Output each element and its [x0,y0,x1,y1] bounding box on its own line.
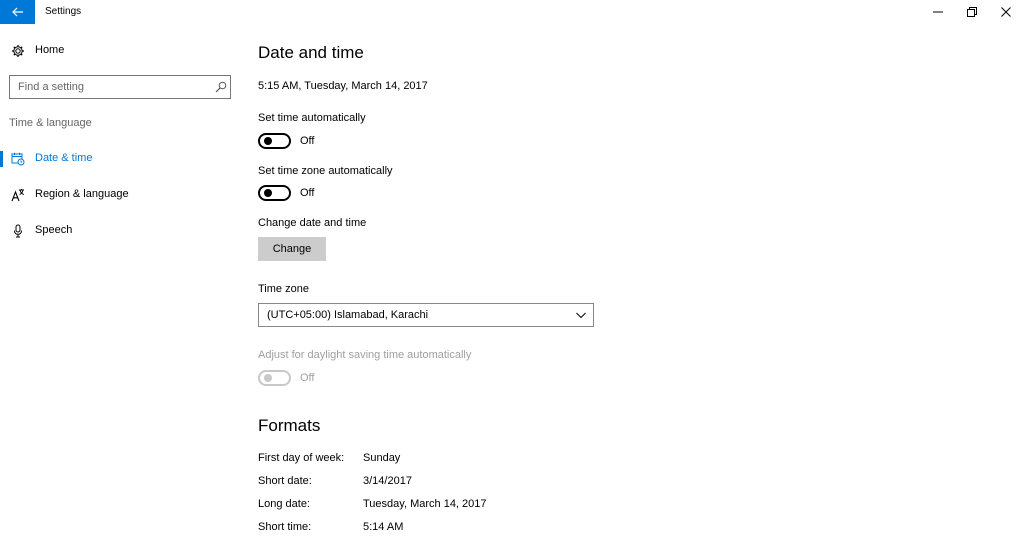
search-input[interactable] [10,76,206,97]
sidebar-item-region-language[interactable]: Region & language [0,180,240,210]
set-timezone-auto-toggle[interactable] [258,185,291,201]
sidebar-item-label: Region & language [35,188,129,200]
format-row: Short date: 3/14/2017 [258,475,658,491]
dst-toggle[interactable] [258,370,291,386]
set-timezone-auto-label: Set time zone automatically [258,165,393,177]
search-icon[interactable] [215,81,227,93]
set-time-auto-label: Set time automatically [258,112,366,124]
close-button[interactable] [989,0,1023,24]
restore-icon [967,7,977,17]
sidebar-item-label: Speech [35,224,73,236]
toggle-knob [264,189,272,197]
change-button[interactable]: Change [258,237,326,261]
search-box[interactable] [9,75,231,99]
format-row: Short time: 5:14 AM [258,521,658,537]
set-time-auto-toggle[interactable] [258,133,291,149]
toggle-knob [264,374,272,382]
sidebar-item-label: Home [35,44,65,56]
minimize-icon [933,11,943,13]
timezone-value: (UTC+05:00) Islamabad, Karachi [267,309,429,321]
sidebar-item-date-time[interactable]: Date & time [0,144,240,174]
format-value: 5:14 AM [363,521,404,533]
close-icon [1001,7,1011,17]
set-timezone-auto-state: Off [300,187,315,199]
microphone-icon [11,224,25,238]
sidebar-item-speech[interactable]: Speech [0,216,240,246]
dst-label: Adjust for daylight saving time automati… [258,349,472,361]
set-time-auto-state: Off [300,135,315,147]
format-value: Sunday [363,452,401,464]
change-date-time-label: Change date and time [258,217,367,229]
format-row: First day of week: Sunday [258,452,658,468]
toggle-knob [264,137,272,145]
formats-title: Formats [258,416,321,435]
format-key: Long date: [258,498,310,510]
format-value: 3/14/2017 [363,475,412,487]
format-row: Long date: Tuesday, March 14, 2017 [258,498,658,514]
current-datetime: 5:15 AM, Tuesday, March 14, 2017 [258,80,428,92]
minimize-button[interactable] [921,0,955,24]
window-title: Settings [45,6,82,17]
region-language-icon [11,188,25,202]
timezone-label: Time zone [258,283,309,295]
format-key: Short time: [258,521,312,533]
section-label: Time & language [9,117,92,129]
restore-button[interactable] [955,0,989,24]
title-bar: Settings [0,0,1024,24]
format-value: Tuesday, March 14, 2017 [363,498,487,510]
sidebar-item-home[interactable]: Home [0,36,240,66]
calendar-clock-icon [11,152,25,166]
format-key: First day of week: [258,452,345,464]
dst-state: Off [300,372,315,384]
gear-icon [11,44,25,58]
sidebar-item-label: Date & time [35,152,93,164]
back-arrow-icon [11,7,23,17]
timezone-dropdown[interactable]: (UTC+05:00) Islamabad, Karachi [258,303,594,327]
chevron-down-icon [576,312,586,319]
page-title: Date and time [258,43,364,62]
sidebar: Home Time & language Date & time [0,24,240,546]
format-key: Short date: [258,475,312,487]
selection-indicator [0,151,3,167]
back-button[interactable] [0,0,35,24]
